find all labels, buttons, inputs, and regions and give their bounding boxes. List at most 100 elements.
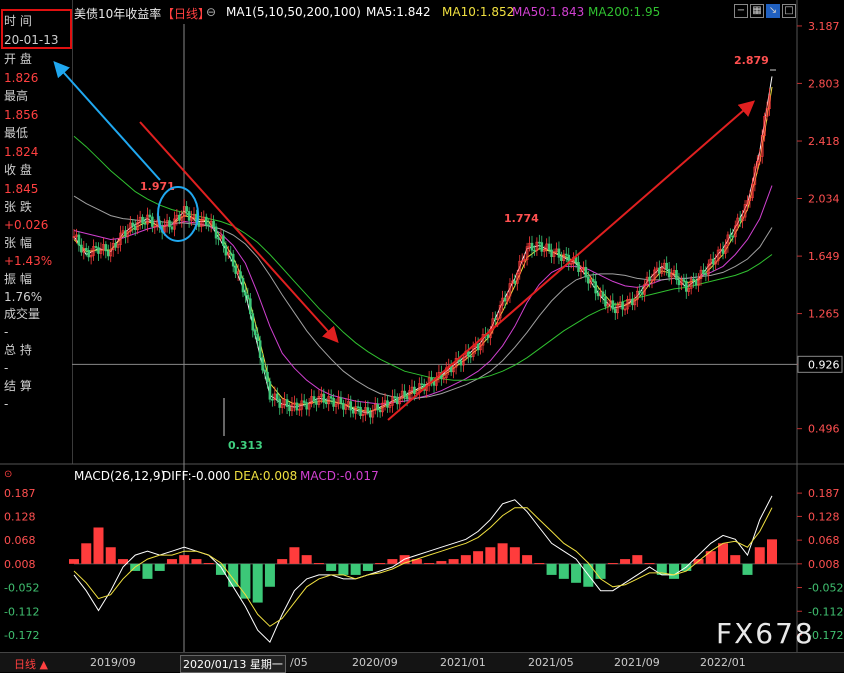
candle-body bbox=[469, 355, 473, 358]
macd-histogram-bar bbox=[338, 563, 349, 575]
candle-body bbox=[351, 409, 355, 414]
candle-body bbox=[594, 281, 597, 294]
candle-body bbox=[638, 290, 642, 294]
candles bbox=[72, 88, 771, 425]
macd-line-diff bbox=[73, 495, 773, 643]
candle-body bbox=[359, 406, 362, 416]
macd-histogram-bar bbox=[509, 547, 520, 564]
candle-body bbox=[702, 269, 705, 274]
macd-histogram-bar bbox=[730, 555, 741, 564]
ma-line-ma10 bbox=[73, 86, 773, 413]
x-tick-2: 2020/09 bbox=[352, 656, 398, 669]
candle-body bbox=[258, 340, 262, 358]
candle-body bbox=[168, 220, 171, 228]
macd-diff: DIFF:-0.000 bbox=[162, 469, 231, 483]
candle-body bbox=[187, 211, 191, 221]
candle-body bbox=[540, 242, 544, 252]
macd-histogram-bar bbox=[485, 547, 496, 564]
candle-body bbox=[648, 276, 651, 282]
candle-body bbox=[694, 280, 698, 286]
candle-body bbox=[268, 381, 272, 400]
price-tick-label: 1.265 bbox=[808, 308, 840, 321]
macd-tick-label-left: -0.052 bbox=[4, 582, 39, 595]
candle-body bbox=[266, 371, 269, 382]
macd-histogram-bar bbox=[289, 547, 300, 564]
candle-body bbox=[217, 237, 220, 240]
candle-body bbox=[395, 397, 399, 405]
candle-body bbox=[533, 249, 536, 252]
candle-body bbox=[682, 279, 686, 282]
candle-body bbox=[476, 343, 480, 351]
x-tick-3: 2021/01 bbox=[440, 656, 486, 669]
ma-line-ma200 bbox=[73, 135, 773, 381]
candle-body bbox=[251, 313, 255, 331]
macd-histogram-bar bbox=[595, 563, 606, 579]
macd-histogram-bar bbox=[105, 547, 116, 564]
candle-body bbox=[596, 292, 600, 297]
candle-body bbox=[356, 406, 360, 408]
macd-histogram-bar bbox=[436, 561, 447, 564]
candle-body bbox=[403, 390, 406, 397]
candle-body bbox=[369, 411, 372, 418]
candle-body bbox=[94, 246, 98, 248]
candle-body bbox=[503, 297, 507, 302]
candle-body bbox=[312, 396, 316, 402]
price-chart: 1.971 1.774 2.879 0.313 3.187 2.803 2.418 2.03… bbox=[0, 0, 844, 652]
candle-body bbox=[459, 360, 463, 366]
candle-body bbox=[420, 383, 424, 386]
macd-dea: DEA:0.008 bbox=[234, 469, 298, 483]
candle-body bbox=[393, 396, 397, 399]
candle-body bbox=[378, 409, 382, 413]
candle-body bbox=[349, 401, 353, 411]
macd-histogram-bar bbox=[742, 563, 753, 575]
macd-dot-icon: ⊙ bbox=[4, 469, 13, 480]
macd-tick-label-left: 0.128 bbox=[4, 510, 36, 523]
period-tab[interactable]: 日线 ▲ bbox=[14, 656, 48, 672]
candle-body bbox=[234, 265, 237, 274]
candle-body bbox=[106, 250, 110, 257]
candle-body bbox=[640, 292, 644, 295]
macd-histogram-bar bbox=[313, 563, 324, 565]
macd-histogram-bar bbox=[705, 551, 716, 564]
candle-body bbox=[675, 270, 678, 281]
grid-lines bbox=[0, 0, 844, 652]
candle-body bbox=[214, 226, 218, 239]
macd-histogram-bar bbox=[387, 559, 398, 564]
x-tick-0: 2019/09 bbox=[90, 656, 136, 669]
candle-body bbox=[224, 245, 228, 256]
candle-body bbox=[239, 271, 242, 279]
candle-body bbox=[170, 226, 174, 230]
macd-histogram-bar bbox=[240, 563, 251, 599]
annotations: 1.971 1.774 2.879 0.313 bbox=[53, 54, 776, 452]
price-annotation-label: 1.774 bbox=[504, 212, 539, 225]
candle-body bbox=[295, 402, 299, 411]
candle-body bbox=[143, 223, 147, 225]
x-tick-4: 2021/05 bbox=[528, 656, 574, 669]
candle-body bbox=[449, 365, 453, 373]
candle-body bbox=[611, 300, 615, 310]
candle-body bbox=[613, 308, 617, 314]
macd-histogram-bar bbox=[69, 559, 79, 564]
candle-body bbox=[376, 404, 379, 411]
price-tick-label: 2.034 bbox=[808, 192, 840, 205]
candle-body bbox=[197, 222, 201, 227]
macd-tick-label-right: 0.128 bbox=[808, 510, 840, 523]
candle-body bbox=[591, 278, 595, 282]
macd-tick-label-right: 0.068 bbox=[808, 534, 840, 547]
candle-body bbox=[178, 214, 181, 221]
price-tick-label: 0.496 bbox=[808, 423, 840, 436]
macd-histogram-bar bbox=[669, 563, 680, 579]
candle-body bbox=[97, 247, 100, 254]
cursor-date: 2020/01/13 星期一 bbox=[180, 655, 286, 673]
candle-body bbox=[587, 276, 590, 284]
macd-tick-label-right: 0.008 bbox=[808, 558, 840, 571]
candle-body bbox=[275, 393, 279, 400]
candle-body bbox=[241, 277, 245, 293]
candle-body bbox=[339, 397, 343, 404]
macd-histogram-bar bbox=[252, 563, 263, 603]
chart-window: 时 间 20-01-13 开 盘 1.826 最高 1.856 最低 1.824… bbox=[0, 0, 844, 673]
candle-body bbox=[87, 249, 90, 258]
macd-tick-label-right: 0.187 bbox=[808, 487, 840, 500]
macd-histogram-bar bbox=[644, 563, 655, 565]
price-tick-label: 2.418 bbox=[808, 135, 840, 148]
